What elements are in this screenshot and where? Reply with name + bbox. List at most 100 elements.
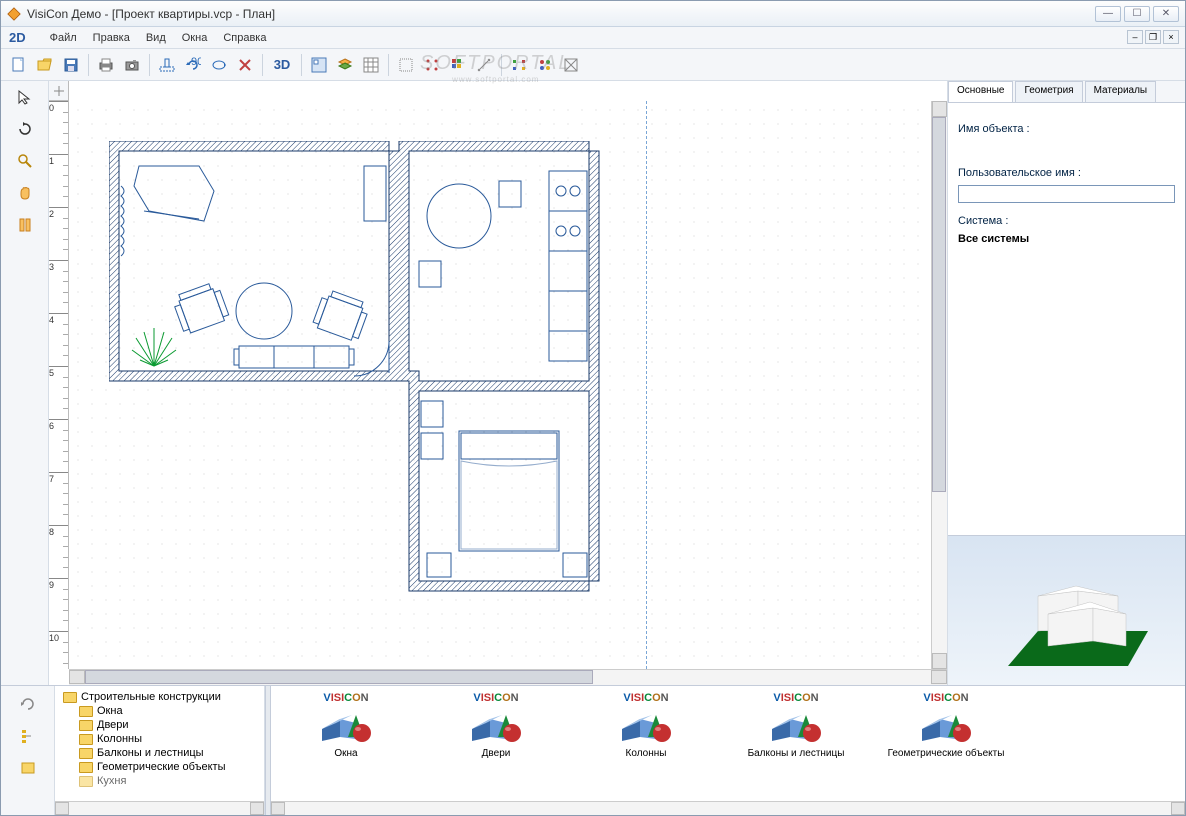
lib-items-scrollbar[interactable] — [271, 801, 1185, 815]
system-label: Система : — [958, 215, 1175, 227]
tree-root-label: Строительные конструкции — [81, 691, 221, 703]
measure-button[interactable] — [472, 53, 496, 77]
ruler-origin[interactable] — [49, 81, 69, 101]
visicon-icon — [768, 704, 824, 746]
walkthrough-tool[interactable] — [13, 213, 37, 237]
floorplan-drawing[interactable] — [109, 141, 609, 621]
tree-item-windows[interactable]: Окна — [59, 704, 260, 718]
user-name-input[interactable] — [958, 185, 1175, 203]
tree-item-geometry[interactable]: Геометрические объекты — [59, 760, 260, 774]
titlebar: VisiCon Демо - [Проект квартиры.vcp - Пл… — [1, 1, 1185, 27]
save-button[interactable] — [59, 53, 83, 77]
library-tree[interactable]: Строительные конструкции Окна Двери Коло… — [55, 686, 265, 815]
visicon-icon — [318, 704, 374, 746]
new-file-button[interactable] — [7, 53, 31, 77]
library-item[interactable]: VISICONДвери — [431, 692, 561, 759]
zoom-tool[interactable] — [13, 149, 37, 173]
svg-text:90: 90 — [191, 57, 201, 68]
lib-catalog-icon[interactable] — [16, 756, 40, 780]
pan-tool[interactable] — [13, 181, 37, 205]
library-item-label: Балконы и лестницы — [748, 748, 845, 759]
minimize-button[interactable]: — — [1095, 6, 1121, 22]
snap-button[interactable] — [420, 53, 444, 77]
pattern-button[interactable] — [559, 53, 583, 77]
layers-button[interactable] — [333, 53, 357, 77]
user-name-label: Пользовательское имя : — [958, 167, 1175, 179]
tree-root[interactable]: Строительные конструкции — [59, 690, 260, 704]
vertical-ruler[interactable]: 012345678910 — [49, 101, 69, 669]
delete-button[interactable] — [233, 53, 257, 77]
maximize-button[interactable]: ☐ — [1124, 6, 1150, 22]
canvas[interactable] — [69, 101, 931, 669]
tree-item-doors[interactable]: Двери — [59, 718, 260, 732]
mode-2d-indicator[interactable]: 2D — [5, 28, 30, 47]
tab-geometry[interactable]: Геометрия — [1015, 81, 1082, 102]
vertical-guide[interactable] — [646, 101, 647, 669]
folder-icon — [63, 692, 77, 703]
app-icon — [7, 7, 21, 21]
mdi-restore-button[interactable]: ❐ — [1145, 30, 1161, 44]
mdi-close-button[interactable]: × — [1163, 30, 1179, 44]
library-sidebar — [1, 686, 55, 815]
tab-main[interactable]: Основные — [948, 81, 1013, 102]
visicon-icon — [618, 704, 674, 746]
object-name-value — [958, 141, 1175, 155]
menu-file[interactable]: Файл — [42, 29, 85, 47]
menu-windows[interactable]: Окна — [174, 29, 216, 47]
menubar: 2D Файл Правка Вид Окна Справка – ❐ × — [1, 27, 1185, 49]
horizontal-scrollbar[interactable] — [69, 669, 947, 685]
distribute-button[interactable] — [507, 53, 531, 77]
scroll-up-button[interactable] — [932, 101, 947, 117]
library-item-label: Двери — [482, 748, 511, 759]
camera-button[interactable] — [120, 53, 144, 77]
tree-item-columns[interactable]: Колонны — [59, 732, 260, 746]
vscroll-thumb[interactable] — [932, 117, 946, 492]
visicon-icon — [468, 704, 524, 746]
menu-help[interactable]: Справка — [215, 29, 274, 47]
scroll-left-button[interactable] — [69, 670, 85, 684]
plan-view-button[interactable] — [307, 53, 331, 77]
selection-tool[interactable] — [13, 85, 37, 109]
color-tool-button[interactable] — [446, 53, 470, 77]
hscroll-thumb[interactable] — [85, 670, 593, 684]
library-item[interactable]: VISICONКолонны — [581, 692, 711, 759]
preview-3d[interactable] — [948, 535, 1185, 685]
wall-tool-button[interactable] — [155, 53, 179, 77]
library-item[interactable]: VISICONОкна — [281, 692, 411, 759]
library-item[interactable]: VISICONБалконы и лестницы — [731, 692, 861, 759]
tree-item-kitchen[interactable]: Кухня — [59, 774, 260, 788]
lib-tree-icon[interactable] — [16, 724, 40, 748]
library-items: VISICONОкна VISICONДвери VISICONКолонны VIS… — [271, 686, 1185, 815]
library-item[interactable]: VISICONГеометрические объекты — [881, 692, 1011, 759]
visicon-icon — [918, 704, 974, 746]
rotate-free-button[interactable] — [207, 53, 231, 77]
main-toolbar: 90 3D — [1, 49, 1185, 81]
tree-item-balconies[interactable]: Балконы и лестницы — [59, 746, 260, 760]
open-file-button[interactable] — [33, 53, 57, 77]
lib-tree-scrollbar[interactable] — [55, 801, 264, 815]
mdi-minimize-button[interactable]: – — [1127, 30, 1143, 44]
object-name-label: Имя объекта : — [958, 123, 1175, 135]
print-button[interactable] — [94, 53, 118, 77]
properties-panel: Основные Геометрия Материалы Имя объекта… — [947, 81, 1185, 685]
tab-materials[interactable]: Материалы — [1085, 81, 1157, 102]
close-button[interactable]: ✕ — [1153, 6, 1179, 22]
toggle-grid-button[interactable] — [394, 53, 418, 77]
scroll-down-button[interactable] — [932, 653, 947, 669]
left-toolbar — [1, 81, 49, 685]
library-panel: Строительные конструкции Окна Двери Коло… — [1, 685, 1185, 815]
library-item-label: Геометрические объекты — [888, 748, 1005, 759]
menu-edit[interactable]: Правка — [85, 29, 138, 47]
menu-view[interactable]: Вид — [138, 29, 174, 47]
rotate-90-button[interactable]: 90 — [181, 53, 205, 77]
system-value: Все системы — [958, 233, 1175, 245]
lib-refresh-icon[interactable] — [16, 692, 40, 716]
view-3d-button[interactable]: 3D — [268, 53, 296, 77]
grid-view-button[interactable] — [359, 53, 383, 77]
library-item-label: Окна — [334, 748, 357, 759]
window-title: VisiCon Демо - [Проект квартиры.vcp - Пл… — [27, 7, 1092, 21]
rotate-tool[interactable] — [13, 117, 37, 141]
scroll-right-button[interactable] — [931, 670, 947, 684]
vertical-scrollbar[interactable] — [931, 101, 947, 669]
align-button[interactable] — [533, 53, 557, 77]
